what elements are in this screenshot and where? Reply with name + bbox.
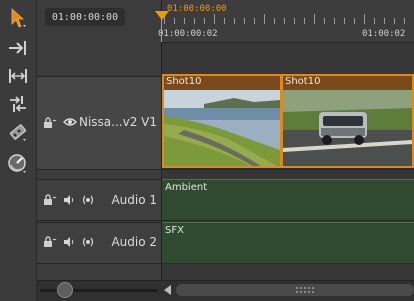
clip-label: SFX [165,225,184,236]
playhead-handle[interactable] [155,11,169,20]
audio-clip[interactable]: SFX [162,222,414,264]
audio1-track-header[interactable]: Audio 1 [37,179,161,221]
video-track-name: Nissa...v2 V1 [78,115,157,129]
scroll-left-arrow-icon[interactable] [164,285,171,295]
blade-icon[interactable] [4,120,32,144]
lock-icon[interactable] [43,194,57,206]
ruler-label: 01:00:02 [362,29,406,39]
clip-label: Shot10 [166,76,202,87]
video-clip[interactable]: Shot10 [162,74,282,168]
speaker-icon[interactable] [63,236,75,248]
audio1-track-name: Audio 1 [111,193,157,207]
tool-palette [0,0,37,300]
playhead-timecode: 01:00:00:00 [167,4,227,14]
audio-clip[interactable]: Ambient [162,179,414,221]
video-track-header[interactable]: Nissa...v2 V1 [37,76,161,170]
lock-icon[interactable] [43,236,57,248]
timecode-display[interactable]: 01:00:00:00 [45,8,125,26]
video-clip[interactable]: Shot10 [281,74,414,168]
lock-icon[interactable] [43,117,57,129]
clip-thumbnail [164,90,280,166]
zoom-slider-handle[interactable] [57,282,73,298]
ruler-label: 01:00:00:02 [158,29,218,39]
insert-edit-icon[interactable] [4,36,32,60]
clip-thumbnail [283,90,412,166]
eye-icon[interactable] [63,117,77,127]
speaker-icon[interactable] [63,194,75,206]
trim-icon[interactable] [4,92,32,116]
scroll-grip-icon [296,287,314,293]
audio2-track-header[interactable]: Audio 2 [37,222,161,264]
clip-label: Shot10 [285,76,321,87]
audio2-track-name: Audio 2 [111,235,157,249]
speed-icon[interactable] [4,152,32,176]
select-tool-icon[interactable] [4,6,32,30]
playhead-line [161,12,162,42]
horizontal-scrollbar[interactable] [176,284,414,296]
clip-label: Ambient [165,182,208,193]
solo-icon[interactable] [81,236,95,248]
solo-icon[interactable] [81,194,95,206]
fit-icon[interactable] [4,64,32,88]
